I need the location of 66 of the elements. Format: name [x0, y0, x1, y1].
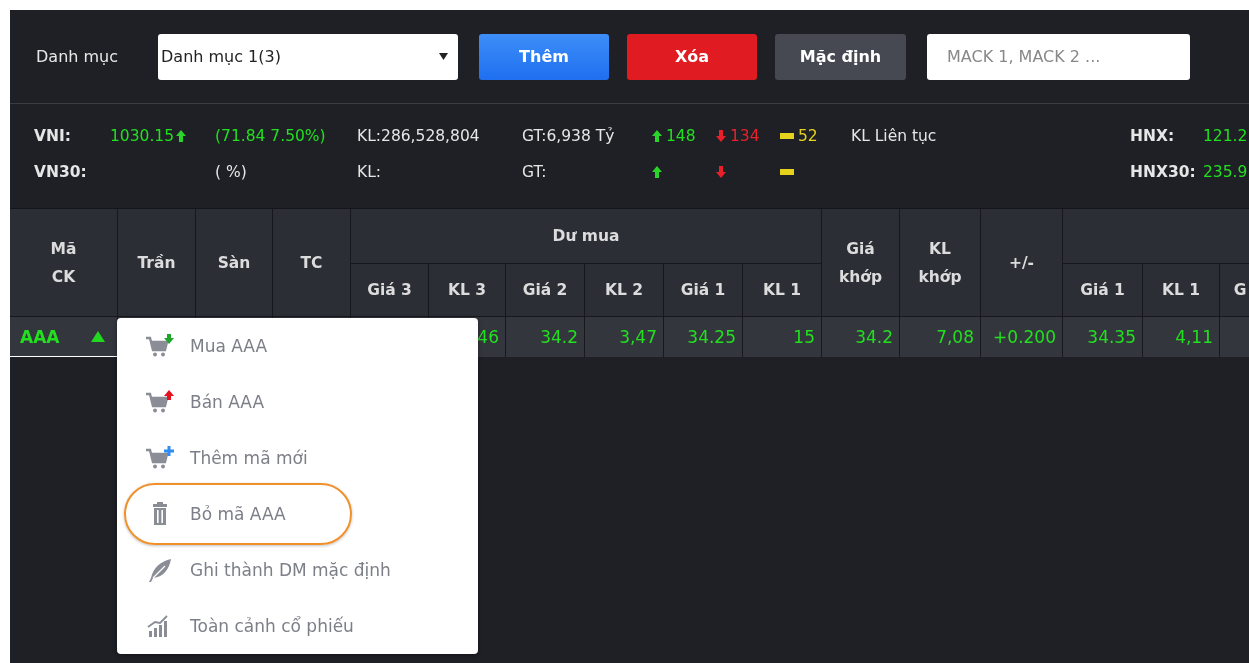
index-change: (71.84 7.50%) — [215, 127, 327, 145]
column-header: Giá khớp — [822, 209, 899, 316]
flat-bar-icon — [780, 169, 794, 175]
menu-item[interactable]: Bán AAA — [117, 374, 478, 430]
column-header: KL 2 — [585, 264, 663, 316]
menu-item[interactable]: Thêm mã mới — [117, 430, 478, 486]
table-cell: 7,08 — [900, 317, 980, 357]
index-name: VN30: — [34, 163, 88, 181]
declines-count: 134 — [730, 127, 760, 145]
symbol-search-field[interactable]: MACK 1, MACK 2 ... — [927, 33, 1190, 80]
category-select[interactable]: Danh mục 1(3) — [158, 33, 458, 80]
table-cell: 34.2 — [822, 317, 899, 357]
table-cell: 34.25 — [664, 317, 742, 357]
index-volume: KL:286,528,804 — [357, 127, 481, 145]
menu-item[interactable]: Ghi thành DM mặc định — [117, 542, 478, 598]
session-label: KL Liên tục — [851, 127, 937, 145]
delete-button[interactable]: Xóa — [627, 33, 757, 80]
up-arrow-icon — [652, 130, 662, 142]
column-header: +/- — [981, 209, 1062, 316]
table-cell: 4,11 — [1143, 317, 1219, 357]
column-header: G — [1220, 264, 1249, 316]
index-name: HNX30: — [1130, 163, 1197, 181]
index-name: HNX: — [1130, 127, 1176, 145]
menu-item[interactable]: Toàn cảnh cổ phiếu — [117, 598, 478, 654]
add-button[interactable]: Thêm — [479, 33, 609, 80]
menu-item[interactable]: Bỏ mã AAA — [117, 486, 478, 542]
column-header: KL 1 — [1143, 264, 1219, 316]
index-turnover: GT:6,938 Tỷ — [522, 127, 616, 145]
column-header: Mã CK — [10, 209, 117, 316]
caret-icon — [439, 53, 448, 60]
table-cell: 3,47 — [585, 317, 663, 357]
column-header: Giá 1 — [664, 264, 742, 316]
index-name: VNI: — [34, 127, 72, 145]
index-value: 1030.15 — [110, 127, 175, 145]
index-value: 121.2 — [1203, 127, 1248, 145]
column-header: Giá 1 — [1063, 264, 1142, 316]
index-turnover: GT: — [522, 163, 548, 181]
column-header: Giá 3 — [351, 264, 428, 316]
column-header: KL 1 — [743, 264, 821, 316]
index-volume: KL: — [357, 163, 383, 181]
cart-plus-icon — [145, 445, 175, 471]
column-header: KL khớp — [900, 209, 980, 316]
category-label: Danh mục — [36, 47, 119, 66]
column-header: Giá 2 — [506, 264, 584, 316]
cart-down-arrow-icon — [145, 333, 175, 359]
table-cell: 34.35 — [1063, 317, 1142, 357]
column-group-header: Dư mua — [351, 209, 821, 263]
column-header: KL 3 — [429, 264, 505, 316]
down-arrow-icon — [716, 166, 726, 178]
flat-bar-icon — [780, 133, 794, 139]
index-change: ( %) — [215, 163, 248, 181]
column-header: Trần — [118, 209, 195, 316]
cart-up-arrow-icon — [145, 389, 175, 415]
advances-count: 148 — [666, 127, 696, 145]
column-header: Sàn — [196, 209, 272, 316]
unchanged-count: 52 — [798, 127, 818, 145]
index-value: 235.9 — [1203, 163, 1248, 181]
column-header: TC — [273, 209, 350, 316]
up-arrow-icon — [652, 166, 662, 178]
table-cell: 15 — [743, 317, 821, 357]
table-cell — [1220, 317, 1249, 357]
table-cell: 34.2 — [506, 317, 584, 357]
default-button[interactable]: Mặc định — [775, 33, 906, 80]
down-arrow-icon — [716, 130, 726, 142]
symbol-cell[interactable]: AAA — [10, 317, 117, 357]
table-cell: +0.200 — [981, 317, 1062, 357]
